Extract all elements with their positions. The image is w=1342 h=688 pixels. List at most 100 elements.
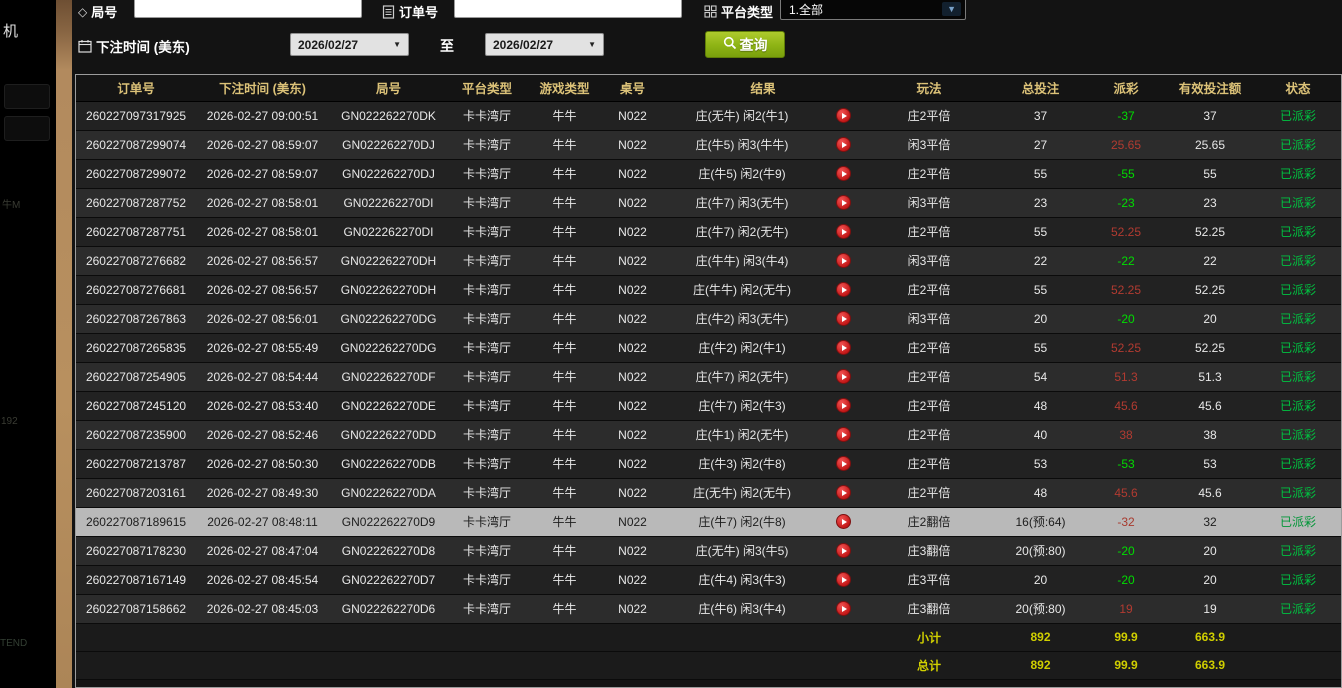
table-row[interactable]: 260227087245120 2026-02-27 08:53:40 GN02… bbox=[76, 391, 1341, 420]
bet-records-table: 订单号 下注时间 (美东) 局号 平台类型 游戏类型 桌号 结果 玩法 总投注 … bbox=[75, 74, 1342, 688]
cell-play-method: 庄2平倍 bbox=[864, 478, 994, 507]
table-row[interactable]: 260227097317925 2026-02-27 09:00:51 GN02… bbox=[76, 101, 1341, 130]
cell-order-id: 260227087265835 bbox=[76, 333, 196, 362]
cell-play-method: 庄2平倍 bbox=[864, 333, 994, 362]
play-video-icon[interactable] bbox=[836, 311, 851, 326]
cell-table-no: N022 bbox=[603, 217, 662, 246]
subtotal-total-bet: 892 bbox=[994, 623, 1087, 651]
play-video-icon[interactable] bbox=[836, 166, 851, 181]
cell-status: 已派彩 bbox=[1255, 362, 1341, 391]
query-button-label: 查询 bbox=[740, 35, 768, 55]
cell-play-video bbox=[822, 449, 864, 478]
cell-status: 已派彩 bbox=[1255, 594, 1341, 623]
left-sidebar: 机 牛M 192 TEND bbox=[0, 0, 56, 688]
cell-total-bet: 20(预:80) bbox=[994, 536, 1087, 565]
cell-bet-time: 2026-02-27 08:52:46 bbox=[196, 420, 329, 449]
cell-status: 已派彩 bbox=[1255, 565, 1341, 594]
table-row[interactable]: 260227087189615 2026-02-27 08:48:11 GN02… bbox=[76, 507, 1341, 536]
cell-payout: 45.6 bbox=[1087, 478, 1165, 507]
cell-platform: 卡卡湾厅 bbox=[448, 391, 526, 420]
table-row[interactable]: 260227087276681 2026-02-27 08:56:57 GN02… bbox=[76, 275, 1341, 304]
cell-play-method: 庄2平倍 bbox=[864, 420, 994, 449]
table-row[interactable]: 260227087158662 2026-02-27 08:45:03 GN02… bbox=[76, 594, 1341, 623]
table-row[interactable]: 260227087235900 2026-02-27 08:52:46 GN02… bbox=[76, 420, 1341, 449]
cell-play-method: 庄2平倍 bbox=[864, 275, 994, 304]
subtotal-valid-bet: 663.9 bbox=[1165, 623, 1255, 651]
cell-total-bet: 55 bbox=[994, 159, 1087, 188]
play-video-icon[interactable] bbox=[836, 514, 851, 529]
platform-type-select[interactable]: 1.全部 ▼ bbox=[780, 0, 966, 20]
table-row[interactable]: 260227087299074 2026-02-27 08:59:07 GN02… bbox=[76, 130, 1341, 159]
table-row[interactable]: 260227087167149 2026-02-27 08:45:54 GN02… bbox=[76, 565, 1341, 594]
cell-order-id: 260227087167149 bbox=[76, 565, 196, 594]
cell-payout: -32 bbox=[1087, 507, 1165, 536]
play-video-icon[interactable] bbox=[836, 340, 851, 355]
total-row: 总计 892 99.9 663.9 bbox=[76, 651, 1341, 679]
table-row[interactable]: 260227087265835 2026-02-27 08:55:49 GN02… bbox=[76, 333, 1341, 362]
cell-platform: 卡卡湾厅 bbox=[448, 565, 526, 594]
cell-bet-time: 2026-02-27 08:56:01 bbox=[196, 304, 329, 333]
query-button[interactable]: 查询 bbox=[705, 31, 785, 58]
play-video-icon[interactable] bbox=[836, 427, 851, 442]
cell-table-no: N022 bbox=[603, 130, 662, 159]
col-header-platform: 平台类型 bbox=[448, 75, 526, 101]
date-from-picker[interactable]: 2026/02/27 ▼ bbox=[290, 33, 409, 56]
cell-round-id: GN022262270D7 bbox=[329, 565, 448, 594]
cell-game-type: 牛牛 bbox=[526, 507, 603, 536]
cell-total-bet: 20 bbox=[994, 304, 1087, 333]
play-video-icon[interactable] bbox=[836, 456, 851, 471]
play-video-icon[interactable] bbox=[836, 601, 851, 616]
table-row[interactable]: 260227087267863 2026-02-27 08:56:01 GN02… bbox=[76, 304, 1341, 333]
cell-game-type: 牛牛 bbox=[526, 188, 603, 217]
cell-status: 已派彩 bbox=[1255, 391, 1341, 420]
table-row[interactable]: 260227087254905 2026-02-27 08:54:44 GN02… bbox=[76, 362, 1341, 391]
cell-play-method: 庄2平倍 bbox=[864, 391, 994, 420]
cell-total-bet: 48 bbox=[994, 478, 1087, 507]
play-video-icon[interactable] bbox=[836, 224, 851, 239]
cell-game-type: 牛牛 bbox=[526, 420, 603, 449]
cell-game-type: 牛牛 bbox=[526, 478, 603, 507]
play-video-icon[interactable] bbox=[836, 369, 851, 384]
cell-valid-bet: 45.6 bbox=[1165, 478, 1255, 507]
play-video-icon[interactable] bbox=[836, 572, 851, 587]
play-video-icon[interactable] bbox=[836, 485, 851, 500]
cell-order-id: 260227087178230 bbox=[76, 536, 196, 565]
play-video-icon[interactable] bbox=[836, 137, 851, 152]
cell-payout: -22 bbox=[1087, 246, 1165, 275]
play-video-icon[interactable] bbox=[836, 195, 851, 210]
date-to-picker[interactable]: 2026/02/27 ▼ bbox=[485, 33, 604, 56]
cell-round-id: GN022262270DG bbox=[329, 333, 448, 362]
platform-type-label: 平台类型 bbox=[704, 2, 773, 21]
cell-status: 已派彩 bbox=[1255, 333, 1341, 362]
table-row[interactable]: 260227087213787 2026-02-27 08:50:30 GN02… bbox=[76, 449, 1341, 478]
play-video-icon[interactable] bbox=[836, 398, 851, 413]
date-range-to-label: 至 bbox=[440, 36, 454, 56]
cell-valid-bet: 45.6 bbox=[1165, 391, 1255, 420]
table-row[interactable]: 260227087178230 2026-02-27 08:47:04 GN02… bbox=[76, 536, 1341, 565]
table-row[interactable]: 260227087203161 2026-02-27 08:49:30 GN02… bbox=[76, 478, 1341, 507]
play-video-icon[interactable] bbox=[836, 253, 851, 268]
play-video-icon[interactable] bbox=[836, 282, 851, 297]
cell-platform: 卡卡湾厅 bbox=[448, 362, 526, 391]
round-number-input[interactable] bbox=[134, 0, 362, 18]
cell-platform: 卡卡湾厅 bbox=[448, 101, 526, 130]
cell-bet-time: 2026-02-27 08:58:01 bbox=[196, 217, 329, 246]
play-video-icon[interactable] bbox=[836, 108, 851, 123]
cell-platform: 卡卡湾厅 bbox=[448, 449, 526, 478]
cell-order-id: 260227087203161 bbox=[76, 478, 196, 507]
cell-order-id: 260227087235900 bbox=[76, 420, 196, 449]
table-row[interactable]: 260227087299072 2026-02-27 08:59:07 GN02… bbox=[76, 159, 1341, 188]
order-number-input[interactable] bbox=[454, 0, 682, 18]
play-video-icon[interactable] bbox=[836, 543, 851, 558]
table-row[interactable]: 260227087287752 2026-02-27 08:58:01 GN02… bbox=[76, 188, 1341, 217]
sidebar-menu-item[interactable] bbox=[4, 116, 50, 141]
table-row[interactable]: 260227087276682 2026-02-27 08:56:57 GN02… bbox=[76, 246, 1341, 275]
cell-total-bet: 48 bbox=[994, 391, 1087, 420]
sidebar-menu-item[interactable] bbox=[4, 84, 50, 109]
cell-result: 庄(无牛) 闲3(牛5) bbox=[662, 536, 822, 565]
table-row[interactable]: 260227087287751 2026-02-27 08:58:01 GN02… bbox=[76, 217, 1341, 246]
cell-round-id: GN022262270DE bbox=[329, 391, 448, 420]
grid-icon bbox=[704, 5, 717, 18]
cell-status: 已派彩 bbox=[1255, 449, 1341, 478]
cell-order-id: 260227087276681 bbox=[76, 275, 196, 304]
